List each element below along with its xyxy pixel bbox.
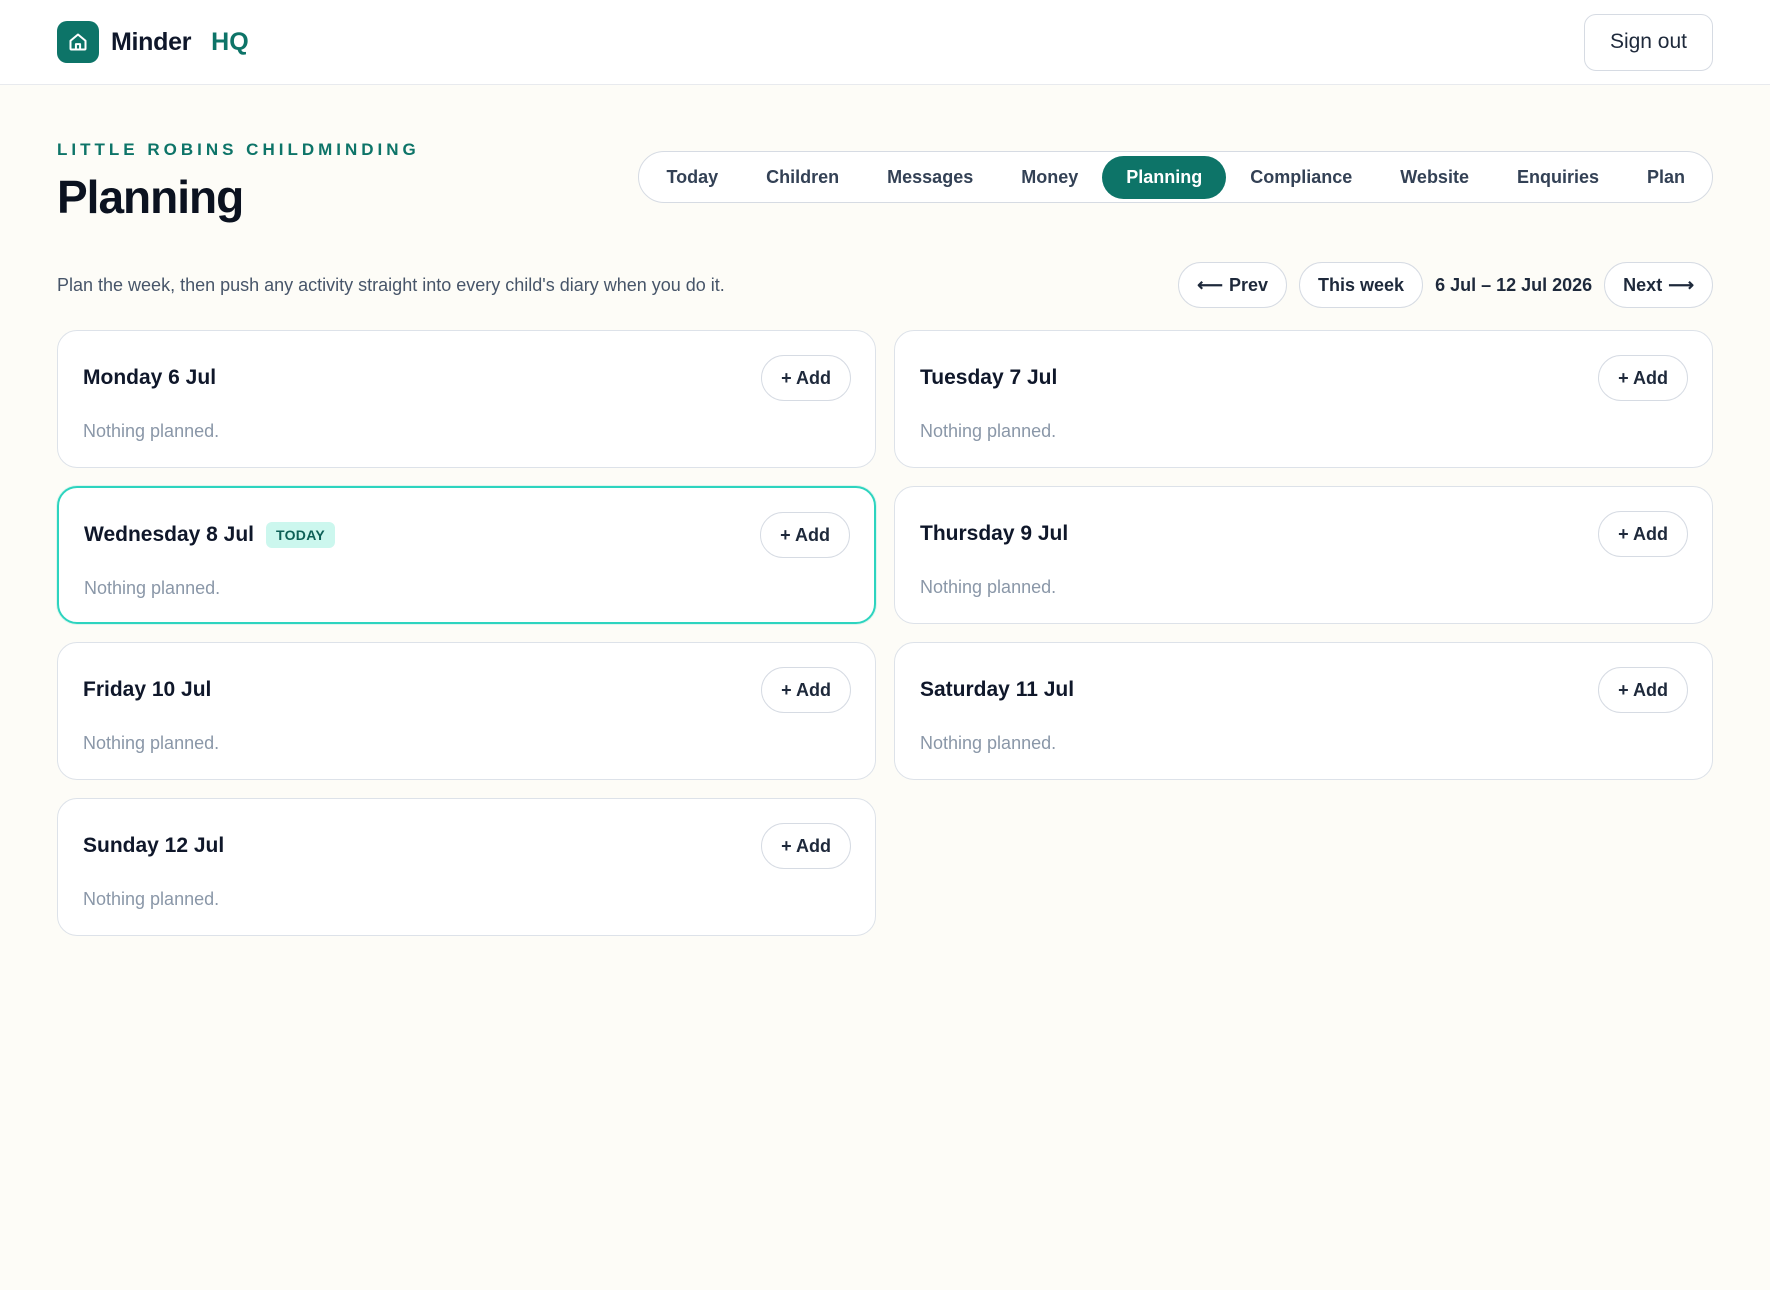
next-week-button[interactable]: Next ⟶ (1604, 262, 1713, 308)
empty-state: Nothing planned. (83, 733, 220, 753)
day-card-saturday: Saturday 11 Jul + Add Nothing planned. (894, 642, 1713, 780)
day-title: Saturday 11 Jul (920, 678, 1075, 701)
tab-planning[interactable]: Planning (1102, 155, 1227, 199)
tab-website[interactable]: Website (1376, 156, 1493, 199)
page-description: Plan the week, then push any activity st… (57, 274, 725, 295)
sign-out-button[interactable]: Sign out (1583, 13, 1713, 71)
brand[interactable]: Minder HQ (57, 21, 249, 63)
day-title: Sunday 12 Jul (83, 834, 225, 857)
add-activity-button[interactable]: + Add (760, 512, 850, 558)
day-card-friday: Friday 10 Jul + Add Nothing planned. (57, 642, 876, 780)
tab-plan[interactable]: Plan (1623, 156, 1709, 199)
day-card-sunday: Sunday 12 Jul + Add Nothing planned. (57, 798, 876, 936)
add-activity-button[interactable]: + Add (1598, 511, 1688, 557)
title-block: LITTLE ROBINS CHILDMINDING Planning (57, 137, 420, 224)
empty-state: Nothing planned. (83, 889, 220, 909)
tab-compliance[interactable]: Compliance (1226, 156, 1376, 199)
add-activity-button[interactable]: + Add (761, 355, 851, 401)
brand-suffix: HQ (211, 27, 249, 56)
day-title: Wednesday 8 Jul (84, 523, 255, 546)
tab-children[interactable]: Children (742, 156, 863, 199)
add-activity-button[interactable]: + Add (1598, 667, 1688, 713)
day-card-monday: Monday 6 Jul + Add Nothing planned. (57, 330, 876, 468)
day-title: Monday 6 Jul (83, 366, 217, 389)
week-navigation: ⟵ Prev This week 6 Jul – 12 Jul 2026 Nex… (1178, 262, 1713, 308)
tab-money[interactable]: Money (997, 156, 1102, 199)
empty-state: Nothing planned. (920, 733, 1057, 753)
next-label: Next (1623, 274, 1663, 295)
prev-week-button[interactable]: ⟵ Prev (1178, 262, 1288, 308)
prev-label: Prev (1228, 274, 1269, 295)
page-header: LITTLE ROBINS CHILDMINDING Planning Toda… (57, 137, 1713, 224)
arrow-right-icon: ⟶ (1668, 274, 1694, 295)
today-badge: TODAY (266, 522, 335, 548)
day-title: Friday 10 Jul (83, 678, 212, 701)
main-content: LITTLE ROBINS CHILDMINDING Planning Toda… (0, 85, 1770, 936)
day-title: Thursday 9 Jul (920, 522, 1069, 545)
main-nav-tabs: Today Children Messages Money Planning C… (638, 151, 1713, 203)
day-card-wednesday: Wednesday 8 Jul TODAY + Add Nothing plan… (57, 486, 876, 624)
day-card-tuesday: Tuesday 7 Jul + Add Nothing planned. (894, 330, 1713, 468)
day-title: Tuesday 7 Jul (920, 366, 1058, 389)
week-range: 6 Jul – 12 Jul 2026 (1435, 274, 1593, 295)
business-name: LITTLE ROBINS CHILDMINDING (57, 140, 420, 159)
day-card-thursday: Thursday 9 Jul + Add Nothing planned. (894, 486, 1713, 624)
empty-state: Nothing planned. (920, 421, 1057, 441)
arrow-left-icon: ⟵ (1197, 274, 1223, 295)
brand-name: Minder (111, 27, 192, 56)
tab-today[interactable]: Today (642, 156, 742, 199)
tab-messages[interactable]: Messages (863, 156, 997, 199)
add-activity-button[interactable]: + Add (761, 667, 851, 713)
sub-header: Plan the week, then push any activity st… (57, 262, 1713, 308)
week-grid: Monday 6 Jul + Add Nothing planned. Tues… (57, 330, 1713, 936)
empty-state: Nothing planned. (920, 577, 1057, 597)
home-icon (57, 21, 99, 63)
tab-enquiries[interactable]: Enquiries (1493, 156, 1623, 199)
add-activity-button[interactable]: + Add (1598, 355, 1688, 401)
empty-state: Nothing planned. (83, 421, 220, 441)
page-title: Planning (57, 171, 244, 223)
empty-state: Nothing planned. (84, 578, 221, 598)
add-activity-button[interactable]: + Add (761, 823, 851, 869)
top-bar: Minder HQ Sign out (0, 0, 1770, 85)
this-week-button[interactable]: This week (1299, 262, 1424, 308)
